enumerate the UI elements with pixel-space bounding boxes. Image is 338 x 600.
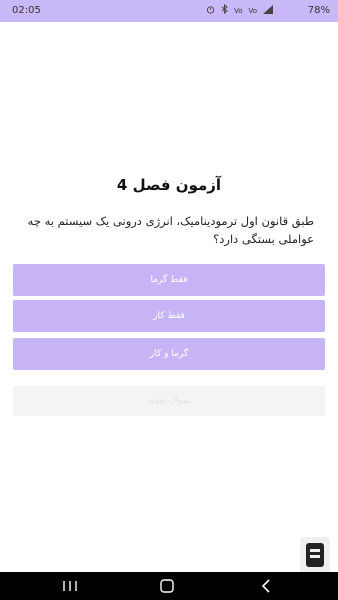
volte-icon: Vo <box>248 6 258 15</box>
quiz-title: آزمون فصل 4 <box>116 176 222 194</box>
navigation-bar <box>0 572 338 600</box>
answer-option-2[interactable]: فقط کار <box>13 300 325 332</box>
home-icon[interactable] <box>155 578 179 594</box>
status-icons: Vo Vo <box>206 3 274 17</box>
next-question-button[interactable]: سوال بعدی <box>13 386 325 416</box>
store-badge <box>300 537 330 575</box>
battery-level: 78% <box>307 5 330 16</box>
answer-option-1[interactable]: فقط گرما <box>13 264 325 296</box>
question-text: طبق قانون اول ترمودینامیک، انرژی درونی ی… <box>27 214 314 246</box>
bluetooth-icon <box>221 3 228 17</box>
volte-icon: Vo <box>234 6 243 15</box>
status-time: 02:05 <box>12 5 41 16</box>
alarm-icon <box>206 5 215 17</box>
signal-icon <box>263 4 274 17</box>
back-icon[interactable] <box>254 578 278 594</box>
status-bar: 02:05 Vo Vo 78% <box>0 0 338 22</box>
recent-apps-icon[interactable] <box>58 578 82 594</box>
answer-option-3[interactable]: گرما و کار <box>13 338 325 370</box>
